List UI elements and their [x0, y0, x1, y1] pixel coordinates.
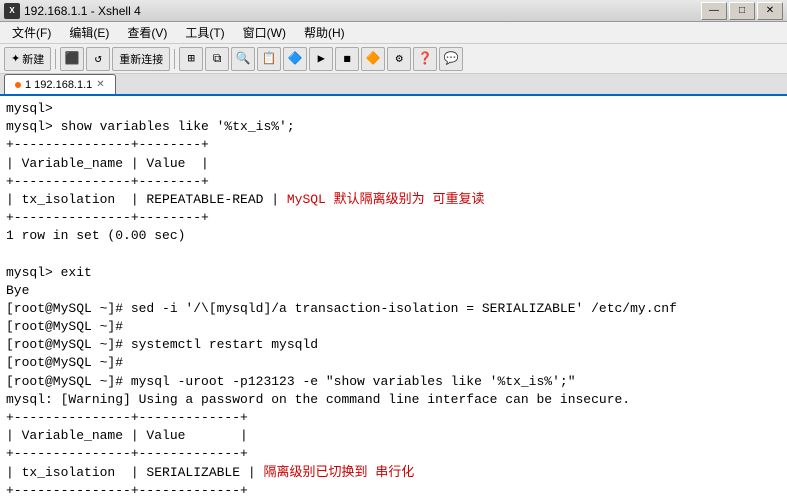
toolbar-icon-6[interactable]: 📋	[257, 47, 281, 71]
terminal-line: Bye	[6, 282, 781, 300]
toolbar-icon-3[interactable]: ⊞	[179, 47, 203, 71]
terminal-line: [root@MySQL ~]#	[6, 354, 781, 372]
new-icon: ✦	[11, 52, 20, 65]
window-controls: — □ ✕	[701, 2, 783, 20]
toolbar-icon-9[interactable]: ◼	[335, 47, 359, 71]
terminal-line: +---------------+-------------+	[6, 409, 781, 427]
menu-item-e[interactable]: 编辑(E)	[61, 23, 117, 43]
reconnect-button[interactable]: 重新连接	[112, 47, 170, 71]
terminal-line: +---------------+--------+	[6, 209, 781, 227]
tab-session-1[interactable]: 1 192.168.1.1 ✕	[4, 74, 116, 94]
menu-bar: 文件(F)编辑(E)查看(V)工具(T)窗口(W)帮助(H)	[0, 22, 787, 44]
menu-item-h[interactable]: 帮助(H)	[296, 23, 353, 43]
terminal-line: [root@MySQL ~]#	[6, 318, 781, 336]
terminal-line: | Variable_name | Value |	[6, 427, 781, 445]
toolbar-icon-2[interactable]: ↺	[86, 47, 110, 71]
window-title: 192.168.1.1 - Xshell 4	[24, 4, 701, 18]
terminal-line: 1 row in set (0.00 sec)	[6, 227, 781, 245]
toolbar-separator-2	[174, 49, 175, 69]
terminal-line: [root@MySQL ~]# mysql -uroot -p123123 -e…	[6, 373, 781, 391]
terminal-line: mysql> show variables like '%tx_is%';	[6, 118, 781, 136]
toolbar-separator-1	[55, 49, 56, 69]
toolbar-icon-5[interactable]: 🔍	[231, 47, 255, 71]
tab-close-button[interactable]: ✕	[96, 79, 104, 90]
toolbar-icon-1[interactable]: ⬛	[60, 47, 84, 71]
terminal-line: +---------------+--------+	[6, 136, 781, 154]
toolbar-icon-7[interactable]: 🔷	[283, 47, 307, 71]
terminal-line: | tx_isolation | SERIALIZABLE | 隔离级别已切换到…	[6, 464, 781, 482]
toolbar: ✦ 新建 ⬛ ↺ 重新连接 ⊞ ⧉ 🔍 📋 🔷 ▶ ◼ 🔶 ⚙ ❓ 💬	[0, 44, 787, 74]
terminal-line: mysql: [Warning] Using a password on the…	[6, 391, 781, 409]
terminal-output[interactable]: mysql>mysql> show variables like '%tx_is…	[0, 96, 787, 500]
menu-item-w[interactable]: 窗口(W)	[235, 23, 294, 43]
toolbar-icon-8[interactable]: ▶	[309, 47, 333, 71]
tab-status-dot	[15, 82, 21, 88]
terminal-line: +---------------+--------+	[6, 173, 781, 191]
app-icon: X	[4, 3, 20, 19]
new-button[interactable]: ✦ 新建	[4, 47, 51, 71]
toolbar-icon-4[interactable]: ⧉	[205, 47, 229, 71]
tab-bar: 1 192.168.1.1 ✕	[0, 74, 787, 96]
toolbar-icon-11[interactable]: ⚙	[387, 47, 411, 71]
title-bar: X 192.168.1.1 - Xshell 4 — □ ✕	[0, 0, 787, 22]
close-button[interactable]: ✕	[757, 2, 783, 20]
tab-label: 1 192.168.1.1	[25, 79, 92, 91]
menu-item-v[interactable]: 查看(V)	[119, 23, 175, 43]
toolbar-icon-12[interactable]: ❓	[413, 47, 437, 71]
terminal-line: +---------------+-------------+	[6, 445, 781, 463]
toolbar-icon-10[interactable]: 🔶	[361, 47, 385, 71]
terminal-line: mysql> exit	[6, 264, 781, 282]
minimize-button[interactable]: —	[701, 2, 727, 20]
terminal-line: | Variable_name | Value |	[6, 155, 781, 173]
terminal-line: mysql>	[6, 100, 781, 118]
terminal-line: [root@MySQL ~]# sed -i '/\[mysqld]/a tra…	[6, 300, 781, 318]
terminal-line: | tx_isolation | REPEATABLE-READ | MySQL…	[6, 191, 781, 209]
terminal-line: +---------------+-------------+	[6, 482, 781, 500]
menu-item-f[interactable]: 文件(F)	[4, 23, 59, 43]
terminal-line: [root@MySQL ~]# systemctl restart mysqld	[6, 336, 781, 354]
terminal-line	[6, 246, 781, 264]
maximize-button[interactable]: □	[729, 2, 755, 20]
toolbar-icon-13[interactable]: 💬	[439, 47, 463, 71]
menu-item-t[interactable]: 工具(T)	[177, 23, 232, 43]
